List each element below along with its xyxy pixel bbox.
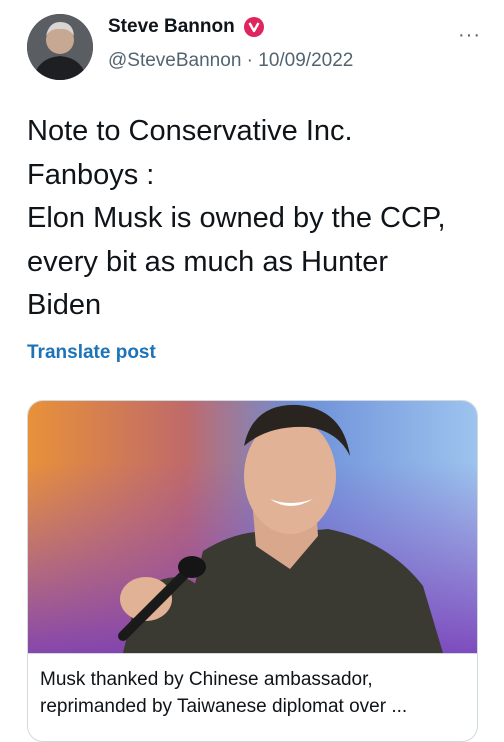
- author-name[interactable]: Steve Bannon: [108, 16, 235, 38]
- more-icon[interactable]: ···: [458, 24, 481, 47]
- tweet-line: Fanboys :: [27, 158, 155, 191]
- author-avatar[interactable]: [27, 14, 93, 80]
- link-card[interactable]: Musk thanked by Chinese ambassador, repr…: [27, 400, 478, 742]
- translate-link[interactable]: Translate post: [27, 342, 156, 364]
- tweet-line: Elon Musk is owned by the CCP,: [27, 202, 446, 234]
- handle-and-date[interactable]: @SteveBannon · 10/09/2022: [108, 50, 353, 72]
- tweet-line: Biden: [27, 289, 102, 321]
- tweet-text: Note to Conservative Inc. Fanboys : Elon…: [27, 110, 487, 328]
- card-image: [28, 401, 477, 653]
- tweet-line: Note to Conservative Inc.: [27, 115, 353, 147]
- card-caption[interactable]: Musk thanked by Chinese ambassador, repr…: [28, 653, 477, 720]
- caption-line: Musk thanked by Chinese ambassador,: [40, 669, 373, 690]
- verified-badge-icon: [243, 17, 264, 37]
- tweet-line: every bit as much as Hunter: [27, 245, 389, 278]
- caption-line: reprimanded by Taiwanese diplomat over .…: [40, 696, 408, 717]
